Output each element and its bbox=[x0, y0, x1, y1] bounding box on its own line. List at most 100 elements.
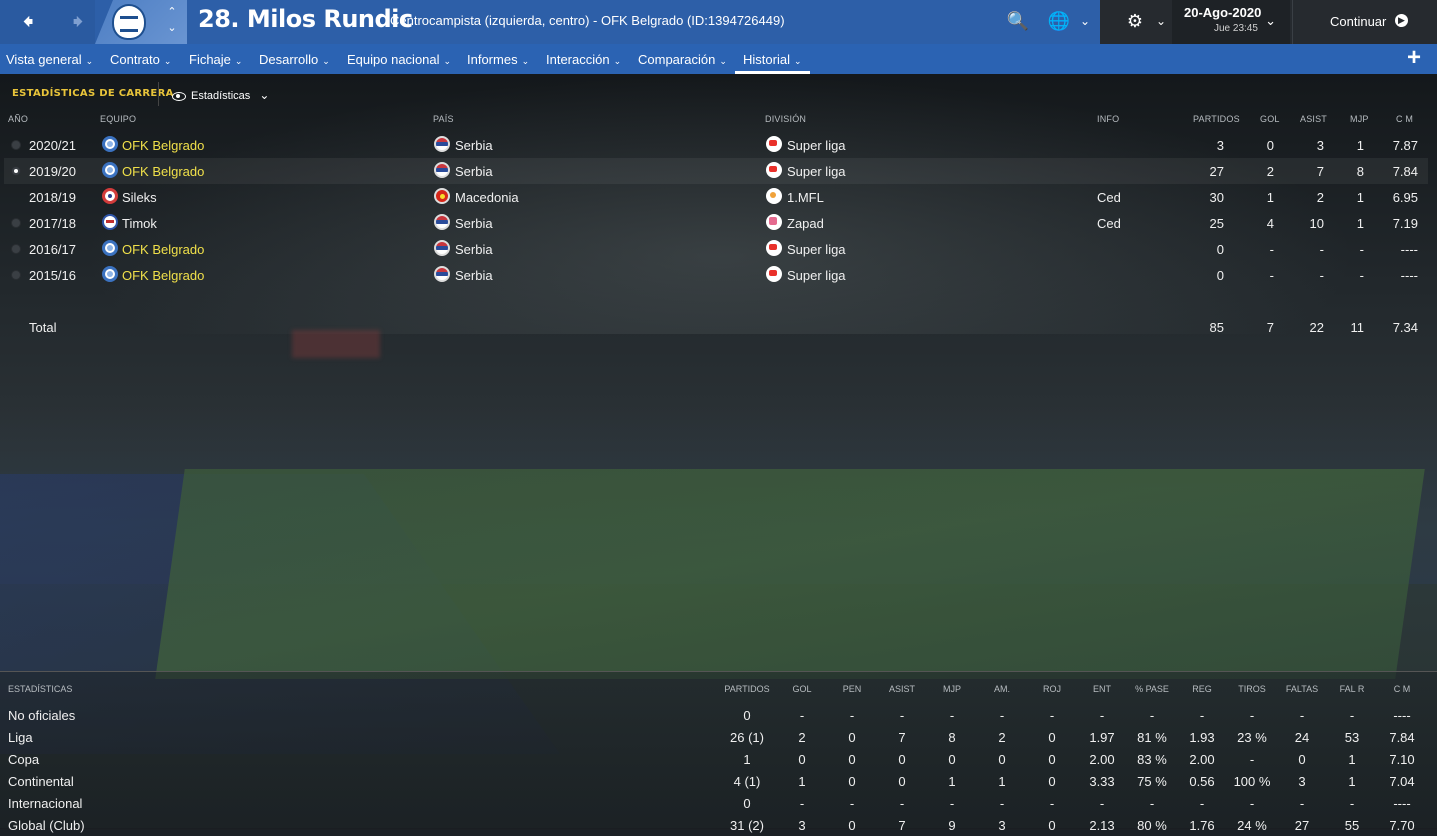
menu-desarrollo[interactable]: Desarrollo ⌄ bbox=[259, 52, 330, 67]
country-cell: Serbia bbox=[455, 138, 493, 153]
year-cell: 2015/16 bbox=[29, 268, 76, 283]
table-row[interactable]: 2017/18 Timok Serbia Zapad Ced 25 4 10 1… bbox=[4, 210, 1428, 236]
assists-cell: - bbox=[1319, 268, 1324, 283]
team-link[interactable]: Timok bbox=[122, 216, 157, 231]
menu-interaccion[interactable]: Interacción ⌄ bbox=[546, 52, 621, 67]
stats-row: Liga 26 (1) 2 0 7 8 2 0 1.97 81 % 1.93 23 % 24 53 7.84 bbox=[0, 726, 1437, 748]
avg-cell: 7.84 bbox=[1392, 164, 1418, 179]
date-display[interactable]: 20-Ago-2020 Jue 23:45 ⌄ bbox=[1172, 0, 1290, 44]
col-year[interactable]: AÑO bbox=[8, 114, 28, 124]
division-cell: Super liga bbox=[787, 138, 846, 153]
active-tab-indicator bbox=[735, 71, 810, 74]
goals-cell: 2 bbox=[1266, 164, 1274, 179]
chevron-down-icon: ⌄ bbox=[322, 56, 330, 66]
flag-icon bbox=[434, 188, 450, 204]
col-pom[interactable]: MJP bbox=[1350, 114, 1369, 124]
chevron-down-icon: ⌄ bbox=[443, 56, 452, 66]
year-cell: 2020/21 bbox=[29, 138, 76, 153]
flag-icon bbox=[434, 136, 450, 152]
menu-fichaje[interactable]: Fichaje ⌄ bbox=[189, 52, 242, 67]
country-cell: Macedonia bbox=[455, 190, 519, 205]
stats-cell-cm: 7.04 bbox=[1389, 774, 1415, 789]
apps-cell: 85 bbox=[1209, 320, 1224, 335]
chevron-down-icon[interactable]: ⌄ bbox=[1148, 8, 1174, 34]
division-cell: Super liga bbox=[787, 242, 846, 257]
plus-icon[interactable]: + bbox=[1404, 46, 1424, 70]
player-switch-arrows[interactable]: ⌃ ⌄ bbox=[165, 4, 179, 36]
col-goals[interactable]: GOL bbox=[1260, 114, 1280, 124]
gear-icon[interactable]: ⚙ bbox=[1122, 8, 1148, 34]
year-cell: 2016/17 bbox=[29, 242, 76, 257]
row-radio[interactable] bbox=[11, 270, 21, 280]
menu-equipo-nacional[interactable]: Equipo nacional ⌄ bbox=[347, 52, 451, 67]
world-icon[interactable]: 🌐 bbox=[1046, 8, 1072, 34]
team-link[interactable]: Sileks bbox=[122, 190, 157, 205]
continue-button[interactable]: Continuar ▶ bbox=[1292, 0, 1437, 44]
col-team[interactable]: EQUIPO bbox=[100, 114, 136, 124]
division-cell: Super liga bbox=[787, 164, 846, 179]
col-apps[interactable]: PARTIDOS bbox=[1193, 114, 1240, 124]
menu-informes[interactable]: Informes ⌄ bbox=[467, 52, 529, 67]
col-info[interactable]: INFO bbox=[1097, 114, 1119, 124]
club-crest-icon[interactable] bbox=[112, 4, 146, 40]
stats-row: Global (Club) 31 (2) 3 0 7 9 3 0 2.13 80 % 1.76 24 … bbox=[0, 814, 1437, 836]
time-text: Jue 23:45 bbox=[1214, 23, 1258, 34]
stats-cell-cm: 7.84 bbox=[1389, 730, 1415, 745]
stats-col-cm[interactable]: C M bbox=[1362, 684, 1437, 694]
row-radio[interactable] bbox=[11, 244, 21, 254]
info-cell: Ced bbox=[1097, 216, 1121, 231]
avg-cell: ---- bbox=[1400, 268, 1418, 283]
chevron-down-icon: ⌄ bbox=[613, 56, 622, 66]
table-row[interactable]: 2018/19 Sileks Macedonia 1.MFL Ced 30 1 … bbox=[4, 184, 1428, 210]
competition-icon bbox=[766, 188, 782, 204]
pom-cell: 1 bbox=[1356, 138, 1364, 153]
col-division[interactable]: DIVISIÓN bbox=[765, 114, 806, 124]
view-selector[interactable]: Estadísticas ⌄ bbox=[172, 88, 269, 102]
stats-cell-stats-label: Continental bbox=[8, 774, 74, 789]
menu-contrato[interactable]: Contrato ⌄ bbox=[110, 52, 171, 67]
col-avg[interactable]: C M bbox=[1396, 114, 1413, 124]
stats-cell-stats-label: Copa bbox=[8, 752, 40, 767]
search-globe-icon[interactable]: 🔍 bbox=[1005, 8, 1031, 34]
competition-icon bbox=[766, 162, 782, 178]
club-badge-icon bbox=[102, 136, 118, 152]
settings-menu[interactable]: ⚙ ⌄ bbox=[1112, 0, 1172, 44]
table-row[interactable]: 2016/17 OFK Belgrado Serbia Super liga 0… bbox=[4, 236, 1428, 262]
continue-label: Continuar bbox=[1330, 14, 1387, 29]
stats-col-stats-label[interactable]: ESTADÍSTICAS bbox=[8, 684, 72, 694]
pom-cell: - bbox=[1359, 268, 1364, 283]
flag-icon bbox=[434, 214, 450, 230]
total-label: Total bbox=[29, 320, 57, 335]
pom-cell: 8 bbox=[1356, 164, 1364, 179]
team-link[interactable]: OFK Belgrado bbox=[122, 164, 204, 179]
stats-cell-cm: 7.70 bbox=[1389, 818, 1415, 833]
avg-cell: 7.19 bbox=[1392, 216, 1418, 231]
forward-arrow-icon[interactable]: 🠺 bbox=[66, 10, 90, 34]
menu-vista-general[interactable]: Vista general ⌄ bbox=[6, 52, 93, 67]
row-radio[interactable] bbox=[11, 166, 21, 176]
menu-comparacion[interactable]: Comparación ⌄ bbox=[638, 52, 727, 67]
assists-cell: 7 bbox=[1316, 164, 1324, 179]
back-arrow-icon[interactable]: 🠸 bbox=[16, 10, 40, 34]
col-country[interactable]: PAÍS bbox=[433, 114, 454, 124]
apps-cell: 25 bbox=[1209, 216, 1224, 231]
country-cell: Serbia bbox=[455, 164, 493, 179]
row-radio[interactable] bbox=[11, 218, 21, 228]
apps-cell: 0 bbox=[1216, 242, 1224, 257]
table-row[interactable]: 2019/20 OFK Belgrado Serbia Super liga 2… bbox=[4, 158, 1428, 184]
player-name: 28. Milos Rundic bbox=[198, 5, 413, 33]
table-row[interactable]: 2015/16 OFK Belgrado Serbia Super liga 0… bbox=[4, 262, 1428, 288]
col-assists[interactable]: ASIST bbox=[1300, 114, 1327, 124]
team-link[interactable]: OFK Belgrado bbox=[122, 242, 204, 257]
menu-historial[interactable]: Historial ⌄ bbox=[743, 52, 802, 67]
stats-cell-stats-label: Liga bbox=[8, 730, 33, 745]
table-row[interactable]: 2020/21 OFK Belgrado Serbia Super liga 3… bbox=[4, 132, 1428, 158]
row-radio[interactable] bbox=[11, 140, 21, 150]
team-link[interactable]: OFK Belgrado bbox=[122, 138, 204, 153]
team-link[interactable]: OFK Belgrado bbox=[122, 268, 204, 283]
player-subtitle: Centrocampista (izquierda, centro) - OFK… bbox=[390, 13, 785, 28]
division-cell: Zapad bbox=[787, 216, 824, 231]
stats-cell-stats-label: No oficiales bbox=[8, 708, 76, 723]
pom-cell: 11 bbox=[1350, 320, 1365, 335]
chevron-down-icon[interactable]: ⌄ bbox=[1072, 8, 1098, 34]
